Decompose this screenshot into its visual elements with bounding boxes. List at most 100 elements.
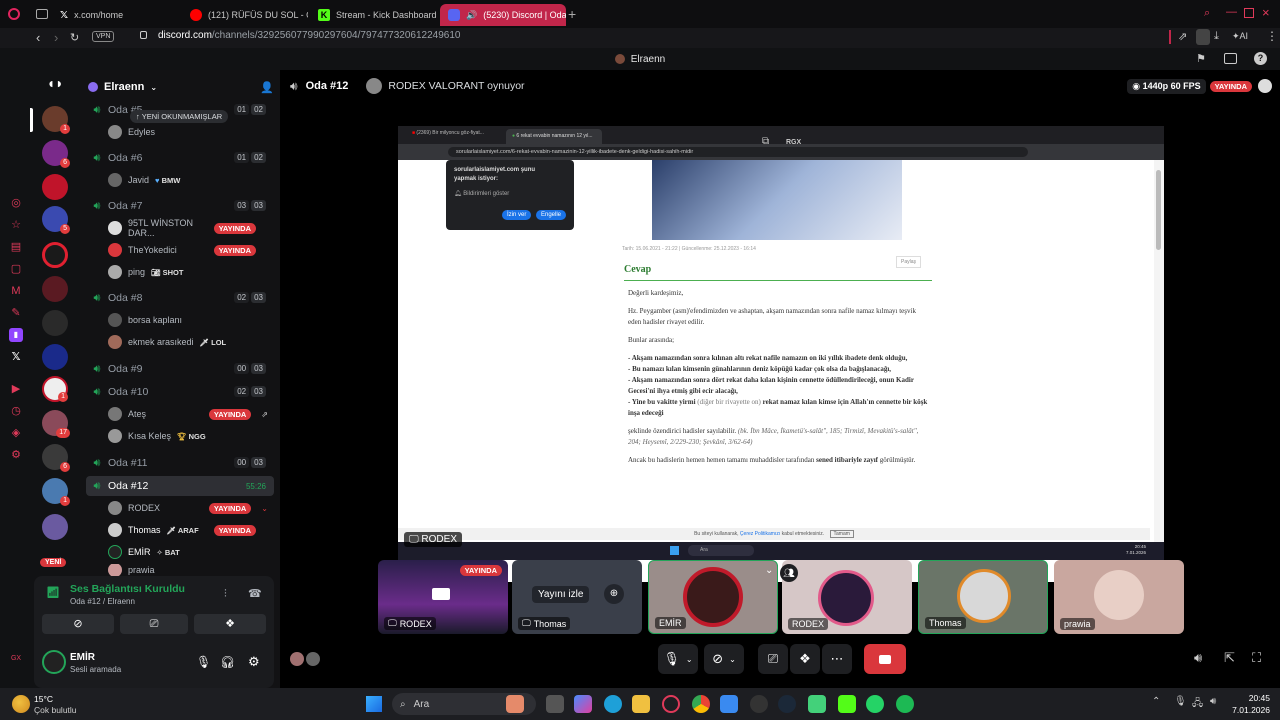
server-icon-9[interactable]: 1 bbox=[42, 376, 68, 402]
popout-window-icon[interactable]: ⇱ bbox=[1224, 650, 1235, 666]
add-friend-icon[interactable]: 👥︎ bbox=[780, 564, 798, 582]
voice-user-edyles[interactable]: Edyles bbox=[108, 122, 274, 142]
activities-button[interactable]: ❖ bbox=[790, 644, 820, 674]
voice-user-borsa[interactable]: borsa kaplanı bbox=[108, 310, 274, 330]
participant-tile-emir[interactable]: ⌄ EMİR bbox=[648, 560, 778, 634]
chrome-icon[interactable] bbox=[692, 695, 710, 713]
server-header[interactable]: Elraenn ⌄ 👤 bbox=[88, 78, 274, 96]
voice-channel-oda-6[interactable]: 🔊︎ Oda #6 01 02 bbox=[86, 148, 274, 168]
spotify-icon[interactable] bbox=[896, 695, 914, 713]
app-icon-dark[interactable] bbox=[750, 695, 768, 713]
browser-sidebar-bookmarks-icon[interactable]: ☆ bbox=[9, 218, 23, 232]
screen-share-video[interactable]: ■ (2369) Bir milyoncu göz-fiyat... ● 6 r… bbox=[398, 126, 1164, 582]
twitch-icon[interactable]: ▮ bbox=[9, 328, 23, 342]
workspaces-icon[interactable] bbox=[36, 9, 48, 19]
voice-channel-oda-10[interactable]: 🔊︎ Oda #10 02 03 bbox=[86, 382, 274, 402]
server-icon-1[interactable]: 1 bbox=[42, 106, 70, 134]
vpn-badge[interactable]: VPN bbox=[92, 31, 115, 42]
voice-user-theyokedici[interactable]: TheYokedici YAYINDA bbox=[108, 240, 274, 260]
inbox-icon[interactable] bbox=[1224, 53, 1237, 64]
server-icon-3[interactable] bbox=[42, 174, 68, 200]
search-highlight-icon[interactable] bbox=[506, 695, 524, 713]
server-icon-7[interactable] bbox=[42, 310, 68, 336]
url-text[interactable]: discord.com/channels/329256077990297604/… bbox=[158, 30, 461, 41]
participant-tile-thomas[interactable]: Thomas bbox=[918, 560, 1048, 634]
chevron-down-icon[interactable]: ⌄ bbox=[261, 504, 268, 513]
server-icon-2[interactable]: 6 bbox=[42, 140, 70, 168]
tray-mic-icon[interactable]: 🎙︎ bbox=[1174, 696, 1187, 707]
voice-user-ekmek[interactable]: ekmek arasıkedi 🗡︎ LOL bbox=[108, 332, 274, 352]
voice-user-thomas[interactable]: Thomas 🗡︎ ARAF YAYINDA bbox=[108, 520, 274, 540]
server-icon-4[interactable]: 5 bbox=[42, 206, 70, 234]
unread-pill[interactable]: ↑ YENİ OKUNMAMIŞLAR bbox=[130, 110, 229, 123]
participant-tile-thomas-stream[interactable]: Yayını izle ⊕ 🖵︎ Thomas bbox=[512, 560, 642, 634]
whatsapp-icon[interactable] bbox=[866, 695, 884, 713]
discord-home-icon[interactable]: ◖◗ bbox=[42, 70, 68, 96]
weather-icon[interactable] bbox=[12, 695, 30, 713]
mic-icon[interactable]: 🎙︎ bbox=[196, 655, 211, 669]
headphones-icon[interactable]: 🎧︎ bbox=[220, 655, 235, 669]
participant-tile-rodex-stream[interactable]: YAYINDA 🖵︎ RODEX bbox=[378, 560, 508, 634]
participant-tile-prawia[interactable]: prawia bbox=[1054, 560, 1184, 634]
flag-icon[interactable]: ⚑ bbox=[1196, 52, 1206, 65]
more-options-button[interactable]: ⋯ bbox=[822, 644, 852, 674]
new-pill[interactable]: YENİ bbox=[40, 558, 67, 567]
task-view-icon[interactable] bbox=[546, 695, 564, 713]
tab-kick[interactable]: K Stream - Kick Dashboard bbox=[310, 4, 438, 26]
browser-sidebar-wallet-icon[interactable]: ◈ bbox=[9, 426, 23, 440]
voice-user-emir[interactable]: EMİR ✧ BAT bbox=[108, 542, 274, 562]
noise-suppression-icon[interactable]: ⫶ bbox=[224, 588, 227, 601]
close-button[interactable]: × bbox=[1262, 5, 1270, 20]
voice-user-95tl[interactable]: 95TL WİNSTON DAR... YAYINDA bbox=[108, 218, 274, 238]
file-explorer-icon[interactable] bbox=[632, 695, 650, 713]
expand-menu-icon[interactable]: ⌄ bbox=[765, 565, 773, 576]
new-tab-button[interactable]: + bbox=[568, 6, 576, 22]
server-icon-10[interactable]: 17 bbox=[42, 410, 70, 438]
activities-button[interactable]: ❖ bbox=[194, 614, 266, 634]
server-icon-8[interactable] bbox=[42, 344, 68, 370]
search-icon[interactable]: ⌕ bbox=[1204, 7, 1210, 20]
tab-discord[interactable]: 🔊 (5230) Discord | Oda # bbox=[440, 4, 566, 26]
user-name[interactable]: EMİR bbox=[70, 652, 95, 663]
fullscreen-icon[interactable]: ⛶ bbox=[1252, 650, 1261, 666]
tab-x[interactable]: 𝕏 x.com/home bbox=[52, 4, 180, 26]
mute-mic-button[interactable]: 🎙︎ ⌄ bbox=[658, 644, 698, 674]
voice-channel-oda-7[interactable]: 🔊︎ Oda #7 03 03 bbox=[86, 196, 274, 216]
minimize-button[interactable]: — bbox=[1226, 6, 1237, 18]
server-icon-13[interactable] bbox=[42, 514, 68, 540]
voice-channel-oda-9[interactable]: 🔊︎ Oda #9 00 03 bbox=[86, 359, 274, 379]
edge-icon[interactable] bbox=[604, 695, 622, 713]
browser-sidebar-gx-icon[interactable]: GX bbox=[9, 652, 23, 666]
browser-sidebar-player-icon[interactable]: ▶ bbox=[9, 382, 23, 396]
forward-icon[interactable]: › bbox=[54, 30, 58, 45]
screen-share-button[interactable]: ⎚ bbox=[120, 614, 188, 634]
store-icon[interactable] bbox=[720, 695, 738, 713]
clock-time[interactable]: 20:45 bbox=[1222, 693, 1270, 703]
start-button[interactable] bbox=[366, 696, 382, 712]
popout-stream-icon[interactable]: ⊕ bbox=[604, 584, 624, 604]
x-icon[interactable]: 𝕏 bbox=[9, 350, 23, 364]
opera-gx-icon[interactable] bbox=[662, 695, 680, 713]
browser-sidebar-history-icon[interactable]: ▤ bbox=[9, 240, 23, 254]
browser-sidebar-settings-icon[interactable]: ⚙ bbox=[9, 448, 23, 462]
screen-share-button[interactable]: ⎚ bbox=[758, 644, 788, 674]
browser-sidebar-clock-icon[interactable]: ◷ bbox=[9, 404, 23, 418]
voice-user-rodex[interactable]: RODEX YAYINDA ⌄ bbox=[108, 498, 274, 518]
share-icon[interactable]: ⇗ bbox=[1178, 30, 1187, 43]
ai-button[interactable]: ✦AI bbox=[1232, 31, 1248, 42]
browser-sidebar-messenger-icon[interactable]: M bbox=[9, 284, 23, 298]
voice-channel-oda-11[interactable]: 🔊︎ Oda #11 00 03 bbox=[86, 453, 274, 473]
chat-icon[interactable] bbox=[1258, 79, 1272, 93]
popout-icon[interactable]: ⧉ bbox=[762, 136, 769, 147]
voice-status[interactable]: Ses Bağlantısı Kuruldu bbox=[70, 583, 185, 595]
voice-channel-oda-8[interactable]: 🔊︎ Oda #8 02 03 bbox=[86, 288, 274, 308]
volume-icon[interactable]: 🔊︎ bbox=[1194, 650, 1202, 666]
download-icon[interactable]: ⤓ bbox=[1214, 30, 1219, 43]
copilot-icon[interactable] bbox=[574, 695, 592, 713]
voice-user-ates[interactable]: Ateş YAYINDA ⇗ bbox=[108, 404, 274, 424]
browser-sidebar-speeddial-icon[interactable]: ◎ bbox=[9, 196, 23, 210]
voice-user-kisa-keles[interactable]: Kısa Keleş 🏆︎ NGG bbox=[108, 426, 274, 446]
menu-icon[interactable]: ⋮ bbox=[1266, 29, 1278, 43]
weather-temp[interactable]: 15°C bbox=[34, 694, 53, 704]
watch-stream-button[interactable]: Yayını izle bbox=[532, 586, 590, 603]
